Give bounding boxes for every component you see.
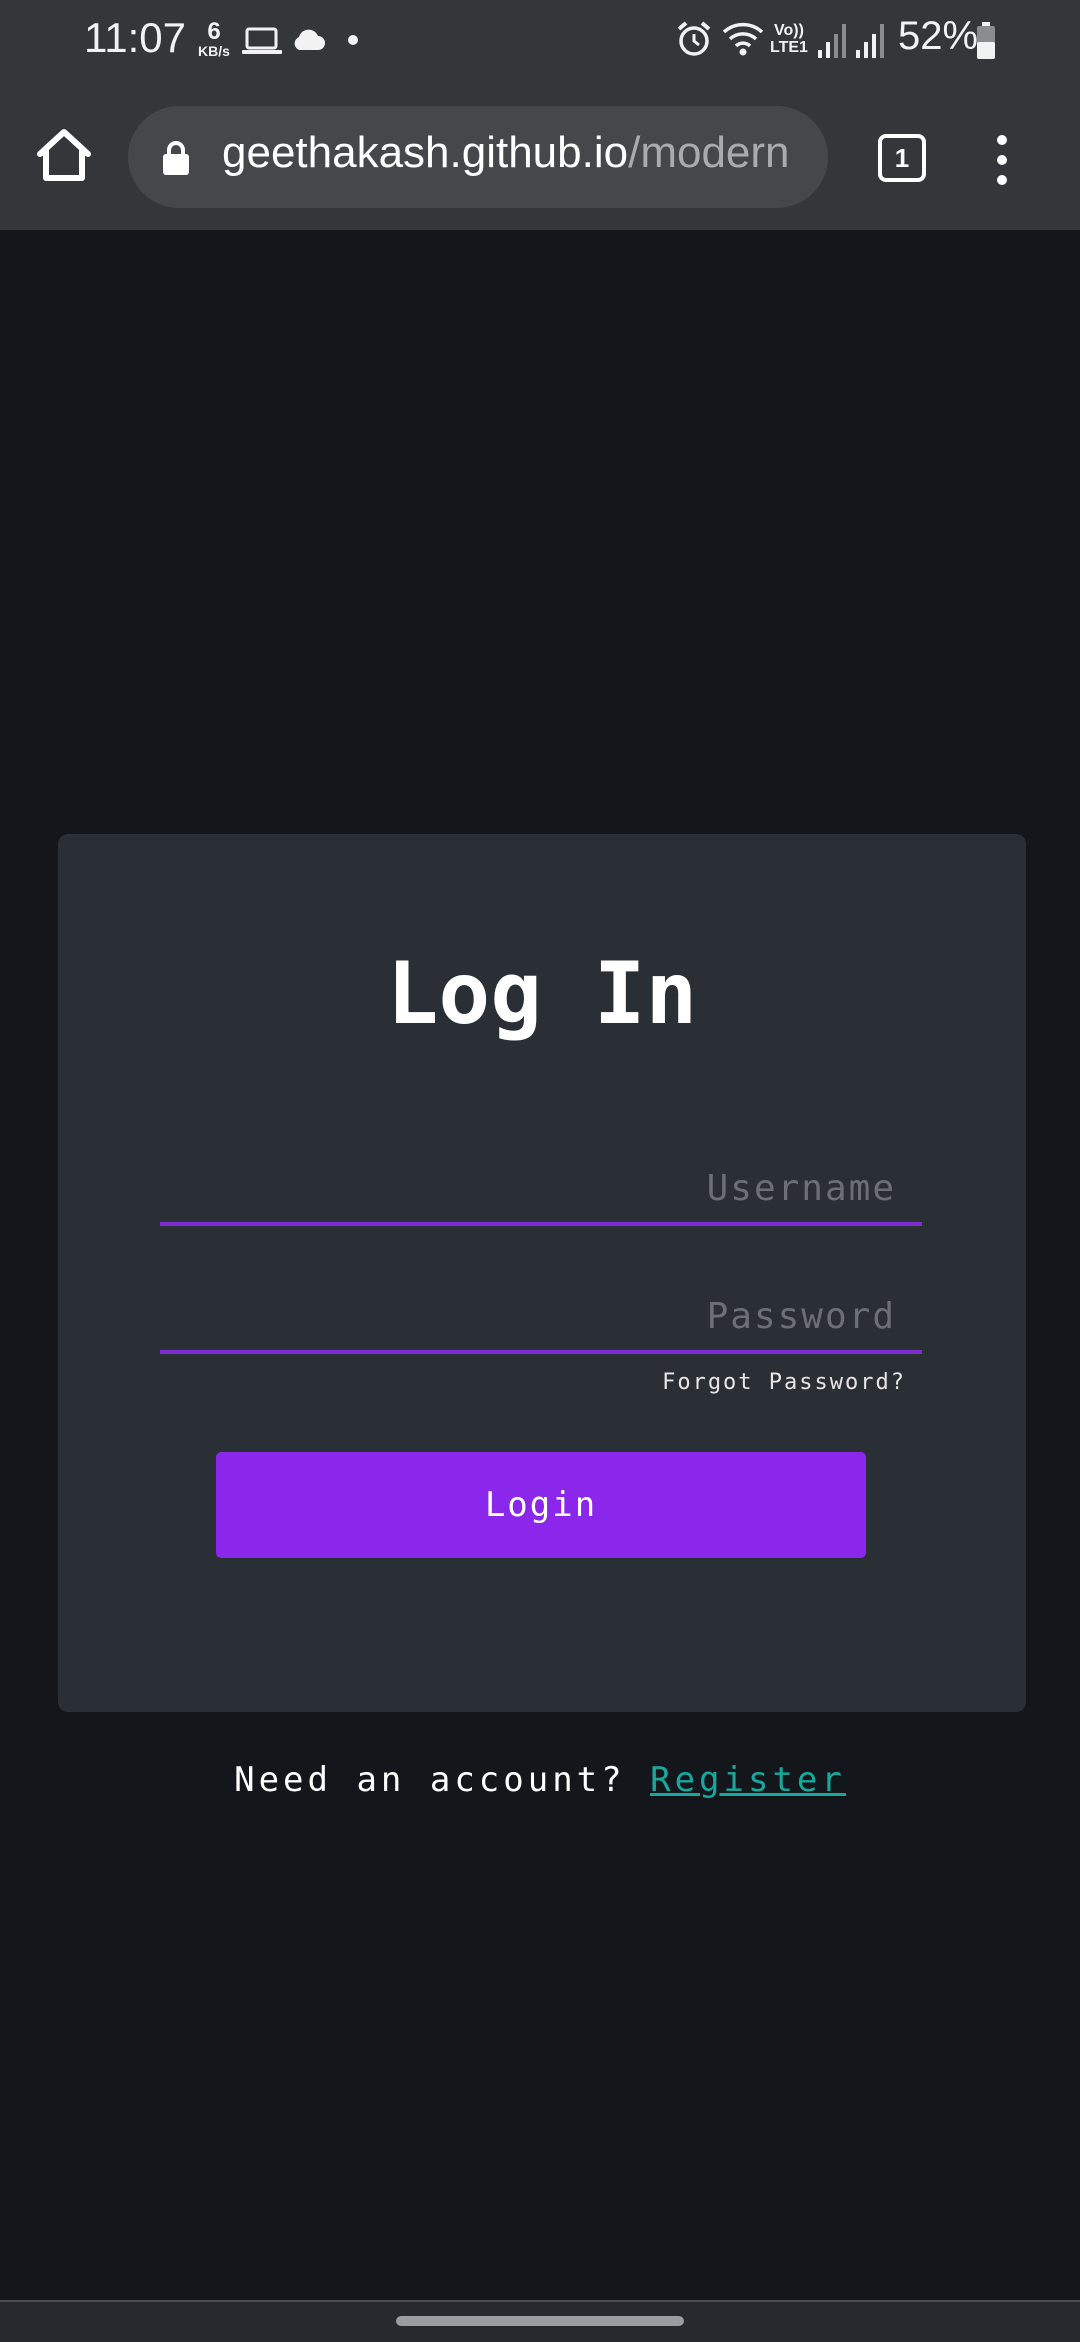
url-host: geethakash.github.io [222, 128, 629, 177]
username-field [160, 1154, 922, 1226]
register-prompt: Need an account? Register [0, 1760, 1080, 1800]
login-button[interactable]: Login [216, 1452, 866, 1558]
battery-percent: 52% [898, 14, 979, 58]
password-input[interactable] [160, 1282, 922, 1350]
volte-indicator: Vo)) LTE1 [770, 22, 808, 56]
register-link[interactable]: Register [650, 1760, 846, 1800]
more-vert-icon[interactable] [990, 134, 1014, 186]
navigation-bar [0, 2300, 1080, 2342]
password-field [160, 1282, 922, 1354]
register-prompt-text: Need an account? [234, 1760, 626, 1800]
network-speed-unit: KB/s [198, 43, 230, 59]
lock-icon[interactable] [162, 140, 190, 176]
url-text[interactable]: geethakash.github.io/modern [222, 128, 812, 188]
forgot-password-link[interactable]: Forgot Password? [662, 1370, 906, 1395]
alarm-icon [677, 21, 711, 56]
battery-icon [977, 22, 995, 59]
address-bar[interactable]: geethakash.github.io/modern [128, 106, 828, 208]
dot-icon [348, 35, 358, 45]
network-speed: 6 KB/s [194, 18, 234, 59]
page-title: Log In [386, 944, 698, 1044]
wifi-icon [722, 22, 764, 56]
tab-count: 1 [894, 143, 910, 173]
laptop-icon [242, 27, 282, 54]
home-icon[interactable] [32, 124, 96, 188]
volte-label: Vo)) [774, 22, 804, 39]
login-card: Log In Forgot Password? Login [58, 834, 1026, 1712]
username-input[interactable] [160, 1154, 922, 1222]
gesture-handle[interactable] [396, 2316, 684, 2326]
status-bar: 11:07 6 KB/s Vo)) LTE1 52% [0, 0, 1080, 84]
network-speed-value: 6 [207, 18, 221, 45]
url-path: /modern [628, 128, 790, 177]
tabs-icon[interactable]: 1 [878, 134, 926, 182]
signal-icon [818, 24, 846, 58]
lte-label: LTE1 [770, 39, 808, 56]
clock: 11:07 [84, 14, 186, 61]
signal-icon [856, 24, 884, 58]
browser-toolbar: geethakash.github.io/modern 1 [0, 84, 1080, 230]
cloud-icon [294, 29, 325, 50]
